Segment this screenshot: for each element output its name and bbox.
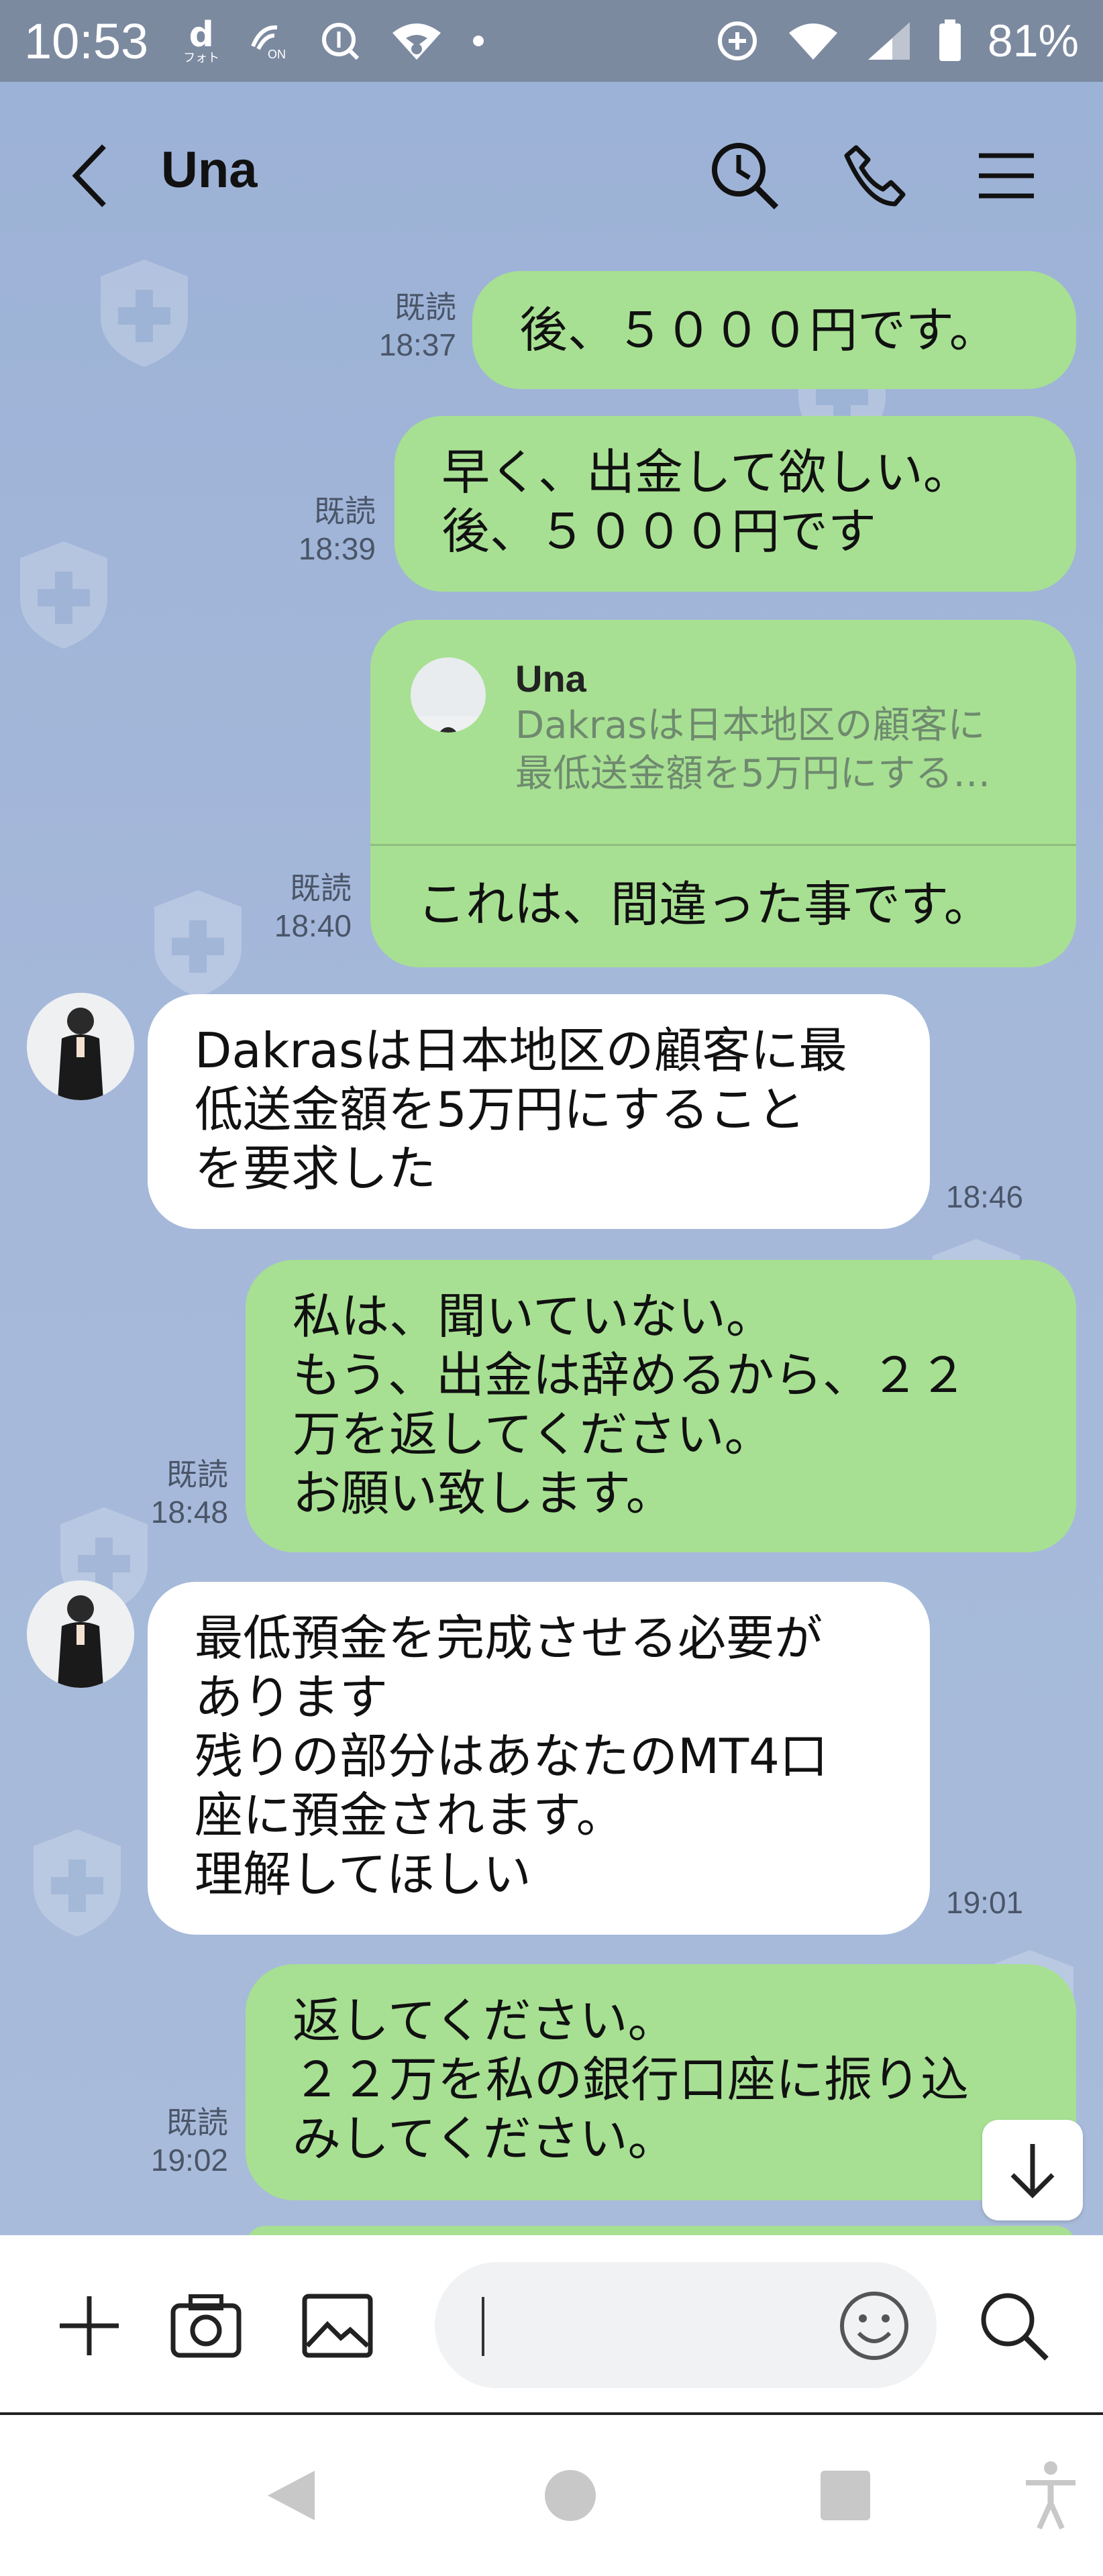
message-bubble-sent[interactable]: 私は、聞いていない。 もう、出金は辞めるから、２２ 万を返してください。 お願い…	[246, 1260, 1076, 1552]
watermark-shield-icon	[101, 260, 188, 367]
camera-icon	[170, 2294, 242, 2358]
wifi-icon	[390, 19, 443, 62]
menu-button[interactable]	[966, 136, 1047, 216]
plus-icon	[60, 2296, 119, 2355]
message-time: 18:48	[150, 1495, 228, 1529]
reply-sender-name: Una	[515, 657, 586, 700]
chat-header: Una	[0, 82, 1103, 270]
message-meta: 既読 18:37	[349, 288, 456, 364]
message-time: 19:01	[946, 1885, 1024, 1920]
watermark-shield-icon	[154, 890, 242, 998]
image-icon	[302, 2294, 373, 2358]
accessibility-icon	[1026, 2461, 1075, 2530]
message-time: 18:39	[298, 531, 376, 566]
message-meta: 既読 18:39	[268, 492, 376, 568]
square-recents-icon	[821, 2471, 870, 2520]
add-button[interactable]	[46, 2282, 133, 2369]
circle-home-icon	[545, 2470, 596, 2521]
arrow-down-icon	[1010, 2144, 1055, 2198]
search-history-button[interactable]	[704, 136, 785, 216]
input-bar	[0, 2235, 1103, 2415]
message-meta: 既読 18:40	[244, 869, 352, 945]
message-time: 19:02	[150, 2143, 228, 2178]
system-navigation-bar	[0, 2415, 1103, 2576]
nav-recents-button[interactable]	[805, 2455, 886, 2536]
message-time: 18:46	[946, 1179, 1024, 1214]
search-icon	[981, 2293, 1049, 2361]
watermark-shield-icon	[20, 541, 107, 649]
data-saver-icon	[714, 17, 761, 64]
status-time: 10:53	[24, 13, 149, 69]
scroll-to-bottom-button[interactable]	[982, 2120, 1083, 2220]
chat-title: Una	[161, 142, 258, 199]
person-avatar-icon	[27, 1580, 134, 1688]
message-bubble-received[interactable]: Dakrasは日本地区の顧客に最 低送金額を5万円にすること を要求した	[148, 994, 930, 1229]
d-photo-icon: d フォト	[183, 15, 220, 65]
person-avatar-icon	[27, 993, 134, 1100]
reply-message-text: これは、間違った事です。	[417, 876, 992, 932]
signal-icon	[865, 19, 912, 62]
message-bubble-sent[interactable]: 返してください。 ２２万を私の銀行口座に振り込 みしてください。	[246, 1964, 1076, 2200]
battery-icon	[938, 19, 962, 62]
message-meta: 既読 18:48	[121, 1456, 228, 1531]
wifi-4-icon	[786, 19, 840, 62]
person-avatar-icon	[411, 716, 486, 733]
triangle-back-icon	[268, 2471, 315, 2520]
message-time: 18:37	[378, 327, 456, 362]
dot-icon	[472, 34, 485, 48]
message-meta: 既読 19:02	[121, 2104, 228, 2179]
phone-icon	[844, 145, 906, 207]
message-time: 18:40	[274, 908, 352, 943]
message-bubble-received[interactable]: 最低預金を完成させる必要が あります 残りの部分はあなたのMT4口 座に預金され…	[148, 1582, 930, 1935]
svg-text:ON: ON	[268, 48, 286, 61]
sender-avatar[interactable]	[27, 1580, 134, 1688]
camera-button[interactable]	[162, 2282, 250, 2369]
message-bubble-sent[interactable]: 後、５０００円です。	[472, 271, 1076, 389]
smiley-icon	[840, 2292, 908, 2360]
read-receipt: 既読	[290, 871, 352, 906]
reply-divider	[370, 844, 1076, 846]
read-receipt: 既読	[395, 290, 456, 325]
accessibility-button[interactable]	[1010, 2455, 1091, 2536]
vpn-search-icon	[319, 19, 362, 62]
read-receipt: 既読	[166, 2105, 228, 2140]
sender-avatar[interactable]	[27, 993, 134, 1100]
watermark-shield-icon	[34, 1829, 121, 1937]
message-bubble-reply[interactable]: Una Dakrasは日本地区の顧客に 最低送金額を5万円にする… これは、間違…	[370, 620, 1076, 967]
nav-back-button[interactable]	[251, 2455, 331, 2536]
chevron-left-icon	[72, 144, 106, 207]
read-receipt: 既読	[166, 1457, 228, 1492]
read-receipt: 既読	[314, 494, 376, 529]
status-bar: 10:53 d フォト ON 81%	[0, 0, 1103, 82]
call-button[interactable]	[835, 136, 915, 216]
battery-percent: 81%	[987, 15, 1079, 66]
nav-home-button[interactable]	[530, 2455, 611, 2536]
message-bubble-sent[interactable]: 早く、出金して欲しい。 後、５０００円です	[395, 416, 1076, 592]
emoji-button[interactable]	[831, 2282, 918, 2369]
text-caret	[482, 2297, 484, 2356]
reply-avatar	[411, 657, 486, 733]
image-button[interactable]	[294, 2282, 381, 2369]
nfc-on-icon: ON	[248, 19, 291, 62]
hamburger-menu-icon	[979, 153, 1034, 199]
reply-quoted-text: Dakrasは日本地区の顧客に 最低送金額を5万円にする…	[515, 704, 991, 796]
search-button[interactable]	[970, 2282, 1057, 2369]
back-button[interactable]	[60, 136, 121, 216]
clock-search-icon	[712, 143, 779, 210]
